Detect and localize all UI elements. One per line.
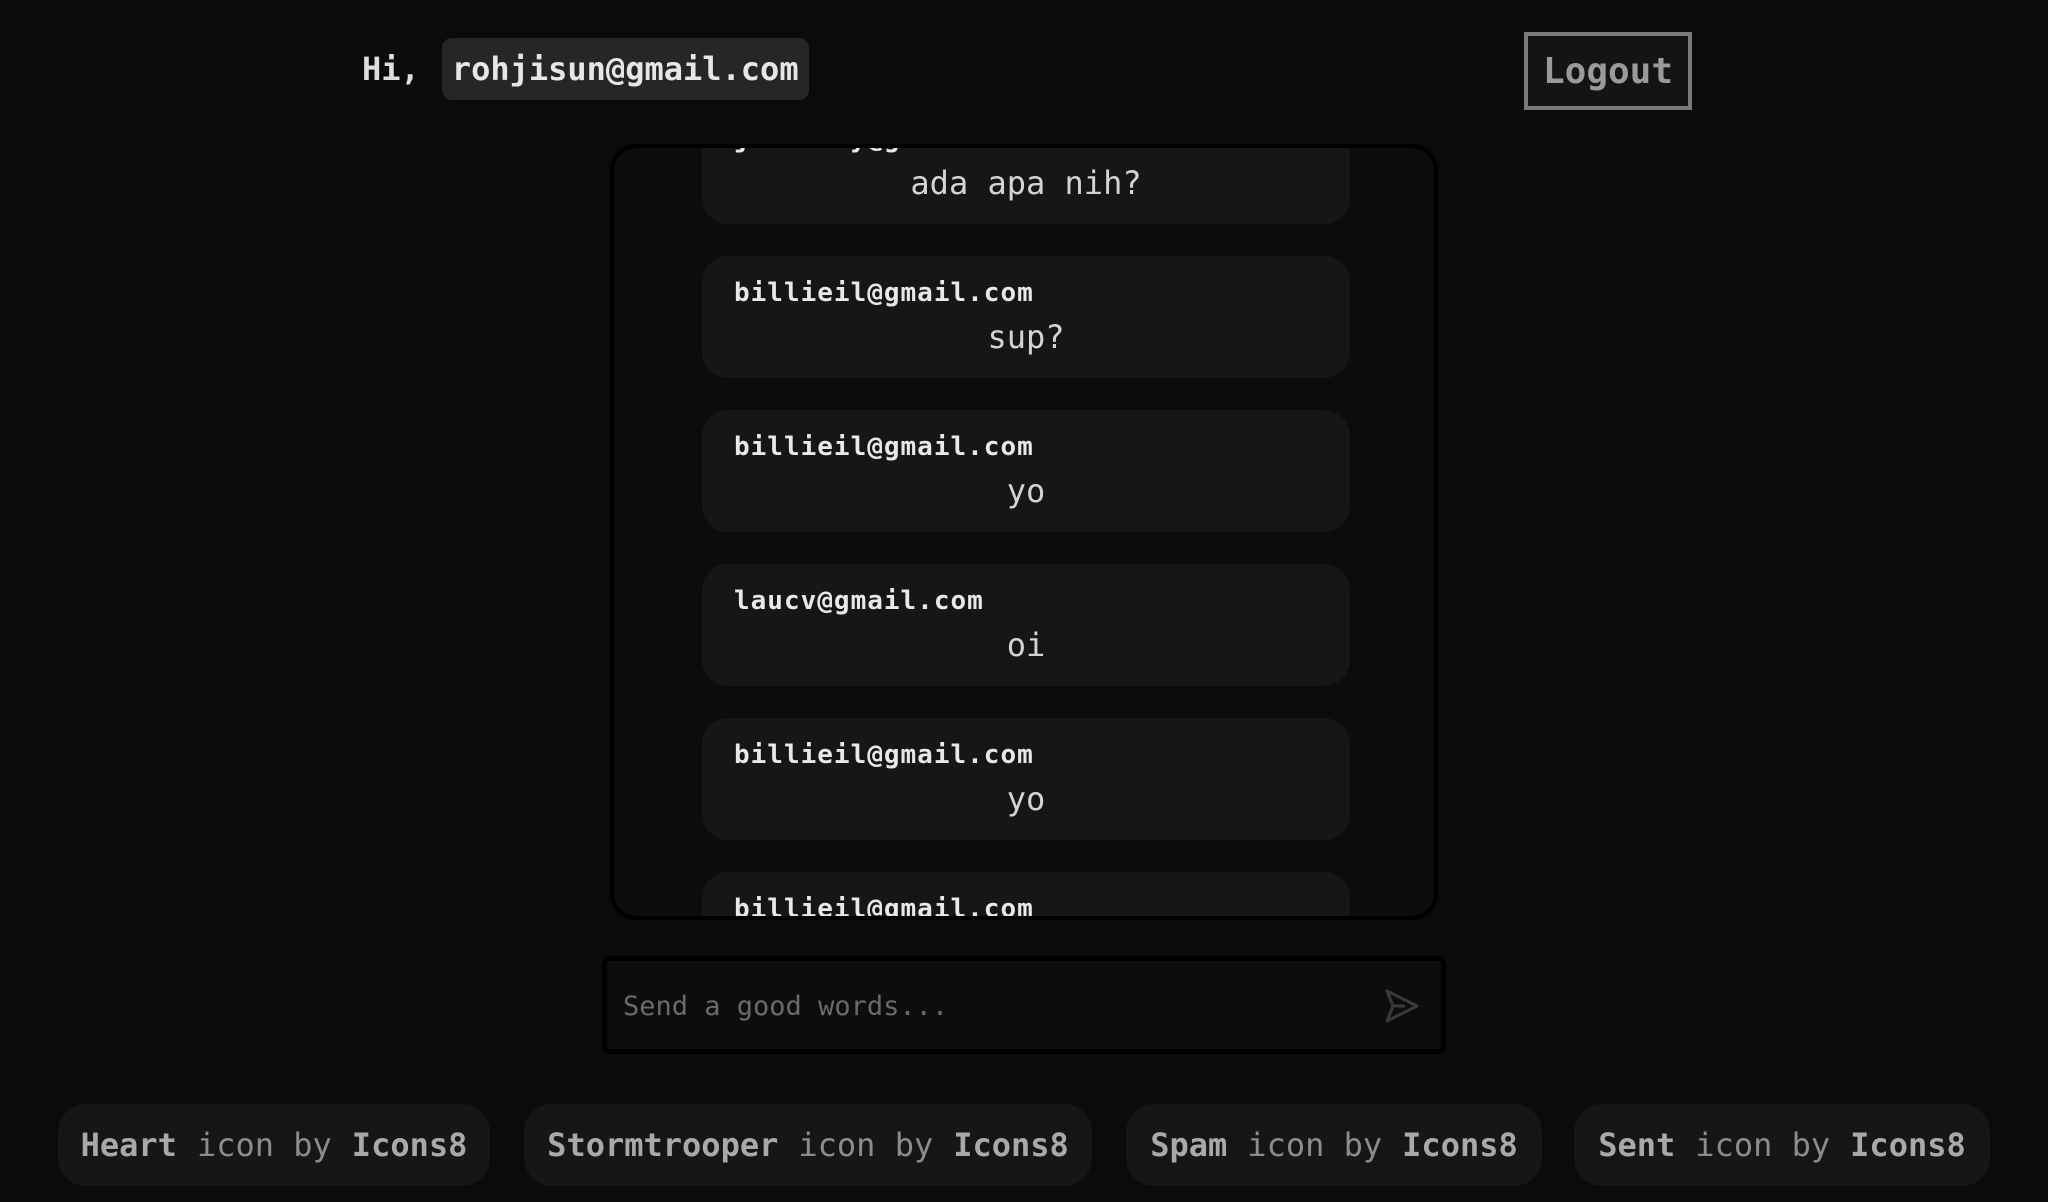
credit-author: Icons8: [351, 1126, 468, 1164]
message-card: billieil@gmail.com: [702, 872, 1350, 920]
credit-author: Icons8: [953, 1126, 1069, 1164]
credit-sent[interactable]: Sent icon by Icons8: [1574, 1104, 1990, 1186]
logout-button[interactable]: Logout: [1524, 32, 1692, 110]
credit-heart[interactable]: Heart icon by Icons8: [58, 1104, 490, 1186]
message-list: jamesbay@gmail.com ada apa nih? billieil…: [702, 148, 1350, 920]
message-composer: [602, 956, 1446, 1054]
message-text: yo: [1006, 780, 1046, 818]
credit-icon-name: Sent: [1598, 1126, 1676, 1164]
credit-text: icon by: [196, 1126, 332, 1164]
message-sender: billieil@gmail.com: [734, 432, 1034, 462]
message-card: billieil@gmail.com yo: [702, 410, 1350, 532]
message-text: sup?: [987, 318, 1065, 356]
icon-credits: Heart icon by Icons8 Stormtrooper icon b…: [0, 1104, 2048, 1186]
message-text: yo: [1006, 472, 1046, 510]
credit-text: icon by: [1247, 1126, 1383, 1164]
message-sender: billieil@gmail.com: [734, 278, 1034, 308]
chat-page: Hi, rohjisun@gmail.com Logout jamesbay@g…: [0, 0, 2048, 1202]
message-card: billieil@gmail.com yo: [702, 718, 1350, 840]
credit-icon-name: Stormtrooper: [547, 1126, 779, 1164]
credit-text: icon by: [798, 1126, 934, 1164]
credit-stormtrooper[interactable]: Stormtrooper icon by Icons8: [524, 1104, 1092, 1186]
message-card: billieil@gmail.com sup?: [702, 256, 1350, 378]
message-sender: laucv@gmail.com: [734, 586, 984, 616]
message-sender: billieil@gmail.com: [734, 740, 1034, 770]
message-sender: billieil@gmail.com: [734, 894, 1034, 920]
message-list-panel[interactable]: jamesbay@gmail.com ada apa nih? billieil…: [610, 144, 1438, 920]
credit-spam[interactable]: Spam icon by Icons8: [1126, 1104, 1542, 1186]
current-user-email: rohjisun@gmail.com: [441, 38, 809, 100]
message-input[interactable]: [621, 979, 1365, 1033]
message-text: oi: [1006, 626, 1046, 664]
credit-icon-name: Spam: [1150, 1126, 1228, 1164]
credit-icon-name: Heart: [80, 1126, 177, 1164]
greeting-text: Hi,: [362, 50, 420, 88]
sent-icon[interactable]: [1383, 987, 1421, 1025]
message-sender: jamesbay@gmail.com: [734, 148, 1034, 154]
credit-text: icon by: [1695, 1126, 1831, 1164]
greeting: Hi, rohjisun@gmail.com: [362, 38, 809, 100]
message-text: ada apa nih?: [910, 164, 1142, 202]
message-card: jamesbay@gmail.com ada apa nih?: [702, 148, 1350, 224]
credit-author: Icons8: [1850, 1126, 1966, 1164]
message-card: laucv@gmail.com oi: [702, 564, 1350, 686]
credit-author: Icons8: [1402, 1126, 1518, 1164]
